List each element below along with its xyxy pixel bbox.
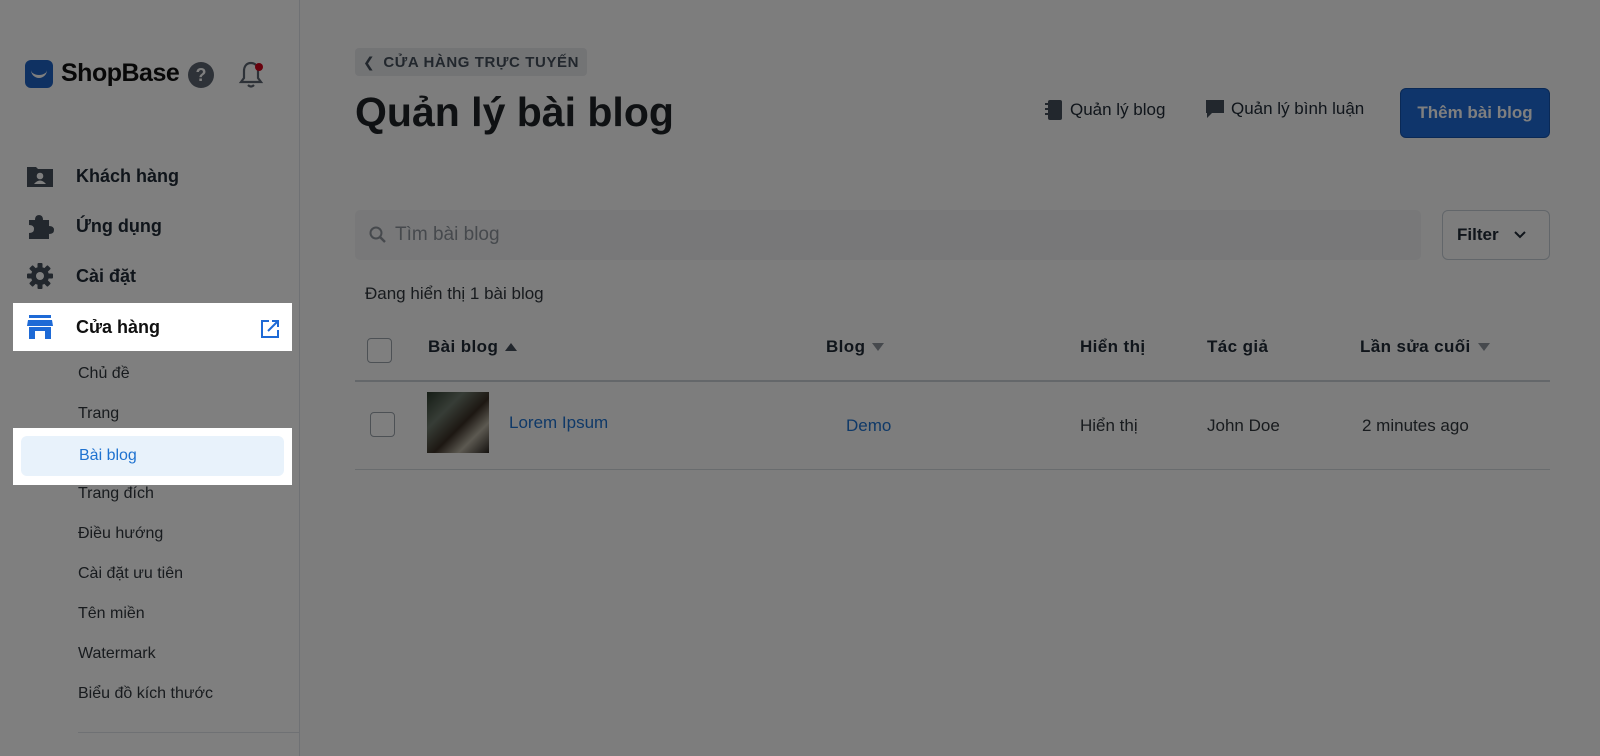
sidebar-item-label: Ứng dụng (76, 215, 162, 236)
manage-blogs-link[interactable]: Quản lý blog (1044, 99, 1165, 121)
sidebar-subitem-blog-posts-wrap: Bài blog (13, 428, 292, 485)
column-header-label: Lần sửa cuối (1360, 337, 1471, 356)
search-input[interactable] (395, 224, 1295, 246)
breadcrumb[interactable]: ❮ CỬA HÀNG TRỰC TUYẾN (355, 48, 588, 76)
column-header-visibility: Hiển thị (1080, 337, 1146, 357)
results-count: Đang hiển thị 1 bài blog (365, 284, 544, 303)
brand-name: ShopBase (61, 59, 180, 87)
add-blog-post-button[interactable]: Thêm bài blog (1400, 88, 1550, 138)
shopbase-logo-icon (25, 59, 53, 88)
manage-blogs-label: Quản lý blog (1070, 100, 1166, 119)
bell-icon[interactable] (238, 60, 264, 90)
sidebar-item-label: Cửa hàng (76, 316, 161, 337)
sidebar-subitem-pages[interactable]: Trang (78, 405, 119, 423)
search-bar[interactable] (355, 210, 1421, 260)
post-author: John Doe (1207, 416, 1280, 435)
column-header-label: Blog (826, 337, 866, 356)
column-header-label: Tác giả (1207, 337, 1269, 356)
sidebar-item-store[interactable]: Cửa hàng (13, 303, 292, 351)
search-icon (369, 226, 386, 243)
post-blog-link[interactable]: Demo (846, 416, 891, 436)
page-title: Quản lý bài blog (355, 89, 674, 135)
post-visibility: Hiển thị (1080, 416, 1138, 435)
table-row-divider (355, 469, 1550, 470)
sort-desc-icon (872, 343, 885, 351)
sort-asc-icon (505, 343, 518, 351)
sidebar-subitem-preferences[interactable]: Cài đặt ưu tiên (78, 565, 183, 583)
sidebar-subitem-themes[interactable]: Chủ đề (78, 365, 130, 383)
manage-comments-link[interactable]: Quản lý bình luận (1205, 99, 1364, 119)
sidebar-item-label: Cài đặt (76, 265, 137, 286)
customer-icon (26, 162, 54, 190)
column-header-blog[interactable]: Blog (826, 337, 885, 357)
sidebar-item-apps[interactable]: Ứng dụng (13, 202, 292, 250)
sidebar-subitem-navigation[interactable]: Điều hướng (78, 525, 163, 543)
help-icon[interactable]: ? (188, 62, 214, 88)
post-title-link[interactable]: Lorem Ipsum (509, 413, 608, 433)
filter-button[interactable]: Filter (1442, 210, 1550, 260)
notification-dot (255, 63, 263, 71)
post-thumbnail[interactable] (427, 392, 489, 453)
shopbase-logo[interactable]: ShopBase (25, 59, 180, 88)
sidebar: ShopBase ? Khách hàng Ứng dụng Cài đặt C… (0, 0, 300, 756)
external-link-icon[interactable] (260, 319, 280, 339)
table-header-divider (355, 380, 1550, 382)
sidebar-item-customers[interactable]: Khách hàng (13, 152, 292, 200)
sidebar-subitem-blog-posts[interactable]: Bài blog (21, 436, 284, 476)
comment-icon (1206, 100, 1224, 118)
breadcrumb-label: CỬA HÀNG TRỰC TUYẾN (383, 53, 580, 71)
sidebar-divider (78, 732, 300, 733)
puzzle-icon (26, 212, 54, 240)
chevron-left-icon: ❮ (363, 53, 376, 70)
sidebar-subitem-watermark[interactable]: Watermark (78, 645, 156, 663)
store-icon (26, 313, 54, 341)
sidebar-subitem-domains[interactable]: Tên miền (78, 605, 145, 623)
chevron-down-icon (1513, 231, 1526, 239)
sidebar-subitem-size-chart[interactable]: Biểu đồ kích thước (78, 685, 213, 703)
column-header-last-edited[interactable]: Lần sửa cuối (1360, 337, 1490, 357)
post-last-edited: 2 minutes ago (1362, 416, 1469, 435)
select-all-checkbox[interactable] (367, 338, 392, 363)
sort-desc-icon (1477, 343, 1490, 351)
column-header-label: Bài blog (428, 337, 499, 356)
gear-icon (26, 262, 54, 290)
filter-label: Filter (1457, 225, 1499, 244)
sidebar-item-settings[interactable]: Cài đặt (13, 252, 292, 300)
column-header-label: Hiển thị (1080, 337, 1146, 356)
sidebar-item-label: Khách hàng (76, 165, 180, 186)
notebook-icon (1045, 100, 1062, 120)
sidebar-subitem-landing-pages[interactable]: Trang đích (78, 485, 154, 503)
column-header-post[interactable]: Bài blog (428, 337, 518, 357)
manage-comments-label: Quản lý bình luận (1231, 99, 1365, 118)
row-checkbox[interactable] (370, 412, 395, 437)
column-header-author: Tác giả (1207, 337, 1268, 357)
